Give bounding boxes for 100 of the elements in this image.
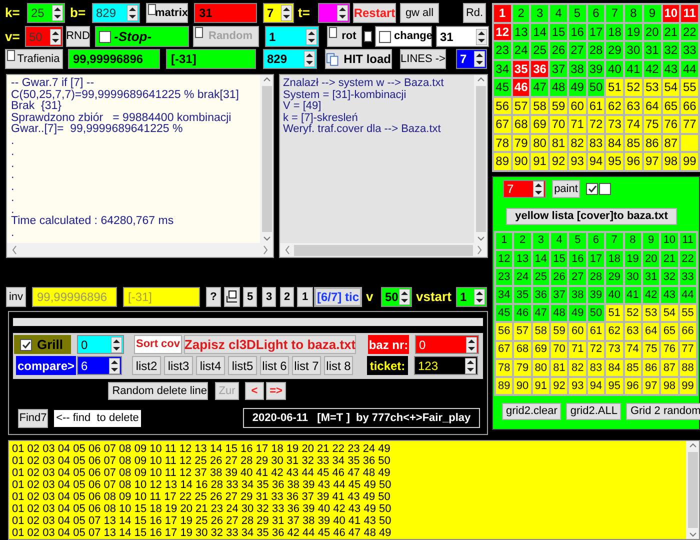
number-cell[interactable]: 79 — [514, 360, 531, 376]
number-cell[interactable]: 62 — [606, 323, 623, 340]
number-cell[interactable]: 93 — [569, 378, 586, 394]
checkbox[interactable] — [364, 31, 372, 42]
spin-box[interactable]: 7 — [503, 180, 546, 198]
number-cell[interactable]: 66 — [680, 323, 696, 340]
number-cell[interactable]: 29 — [606, 42, 624, 58]
checkbox[interactable] — [599, 183, 611, 195]
number-cell[interactable]: 24 — [512, 42, 530, 58]
number-cell[interactable]: 58 — [532, 323, 550, 340]
number-cell[interactable]: 61 — [588, 98, 604, 114]
number-cell[interactable]: 95 — [606, 378, 623, 394]
number-cell[interactable]: 73 — [606, 116, 624, 132]
number-cell[interactable]: 40 — [606, 60, 624, 77]
number-cell[interactable]: 3 — [532, 232, 550, 249]
number-cell[interactable]: 33 — [681, 42, 698, 58]
icon-button[interactable] — [224, 287, 240, 307]
spin-box[interactable] — [318, 3, 350, 23]
number-cell[interactable]: 10 — [662, 5, 680, 22]
number-cell[interactable]: 9 — [642, 232, 660, 249]
number-cell[interactable]: 80 — [532, 360, 550, 376]
push-button[interactable]: 3 — [262, 287, 276, 307]
number-cell[interactable]: 98 — [662, 153, 680, 170]
number-cell[interactable]: 12 — [494, 24, 511, 40]
number-cell[interactable]: 66 — [681, 98, 698, 114]
number-cell[interactable]: 31 — [644, 42, 661, 58]
number-cell[interactable]: 47 — [531, 79, 548, 96]
number-cell[interactable]: 84 — [606, 360, 623, 376]
number-cell[interactable]: 59 — [551, 323, 568, 340]
number-cell[interactable]: 42 — [642, 287, 660, 304]
number-cell[interactable]: 80 — [531, 134, 548, 151]
number-cell[interactable]: 71 — [568, 116, 586, 132]
number-cell[interactable]: 39 — [588, 60, 604, 77]
number-cell[interactable]: 55 — [681, 79, 698, 96]
push-button[interactable]: RND — [66, 26, 90, 47]
up-down-arrows-icon[interactable] — [109, 358, 120, 374]
number-cell[interactable]: 59 — [550, 98, 567, 114]
number-cell[interactable]: 52 — [624, 305, 641, 322]
number-cell[interactable]: 55 — [680, 305, 696, 322]
push-button[interactable]: 2 — [280, 287, 294, 307]
number-cell[interactable]: 43 — [661, 287, 678, 304]
number-cell[interactable]: 41 — [624, 287, 641, 304]
number-cell[interactable]: 53 — [642, 305, 660, 322]
number-cell[interactable]: 78 — [496, 360, 512, 376]
up-down-arrows-icon[interactable] — [466, 336, 477, 352]
number-cell[interactable]: 16 — [569, 250, 586, 267]
spin-box[interactable]: 50 — [381, 287, 412, 307]
number-cell[interactable]: 85 — [625, 134, 642, 151]
up-down-arrows-icon[interactable] — [474, 51, 485, 67]
number-cell[interactable]: 26 — [550, 42, 567, 58]
spin-box[interactable]: 7 — [456, 49, 487, 69]
number-cell[interactable]: 45 — [496, 305, 512, 322]
number-cell[interactable]: 53 — [644, 79, 661, 96]
number-cell[interactable]: 30 — [625, 42, 642, 58]
number-cell[interactable]: 94 — [588, 378, 604, 394]
number-cell[interactable]: 30 — [624, 268, 641, 286]
number-cell[interactable]: 34 — [496, 287, 512, 304]
number-cell[interactable]: 89 — [494, 153, 511, 170]
push-button[interactable]: list 8 — [324, 356, 353, 375]
number-cell[interactable]: 35 — [514, 287, 531, 304]
number-cell[interactable]: 76 — [662, 116, 680, 132]
number-cell[interactable]: 63 — [625, 98, 642, 114]
number-cell[interactable]: 26 — [551, 268, 568, 286]
number-cell[interactable]: 73 — [606, 342, 623, 358]
number-cell[interactable]: 43 — [662, 60, 680, 77]
number-cell[interactable]: 76 — [661, 342, 678, 358]
checkbox[interactable] — [329, 27, 337, 38]
number-cell[interactable]: 74 — [625, 116, 642, 132]
number-cell[interactable]: 2 — [512, 5, 530, 22]
number-cell[interactable]: 28 — [588, 42, 604, 58]
number-cell[interactable]: 9 — [644, 5, 661, 22]
number-cell[interactable]: 5 — [568, 5, 586, 22]
number-cell[interactable]: 34 — [494, 60, 511, 77]
number-cell[interactable]: 51 — [606, 79, 624, 96]
number-cell[interactable]: 27 — [569, 268, 586, 286]
up-down-arrows-icon[interactable] — [304, 51, 315, 67]
spin-box[interactable]: 1 — [456, 287, 487, 307]
number-cell[interactable]: 23 — [494, 42, 511, 58]
number-cell[interactable]: 54 — [661, 305, 678, 322]
number-cell[interactable]: 14 — [532, 250, 550, 267]
number-cell[interactable]: 13 — [514, 250, 531, 267]
number-cell[interactable]: 5 — [569, 232, 586, 249]
number-cell[interactable]: 46 — [514, 305, 531, 322]
number-cell[interactable]: 57 — [514, 323, 531, 340]
number-cell[interactable]: 2 — [514, 232, 531, 249]
value-field[interactable]: [-31] — [166, 49, 256, 69]
number-cell[interactable]: 82 — [568, 134, 586, 151]
push-button[interactable]: 1 — [297, 287, 313, 307]
number-cell[interactable]: 69 — [532, 342, 550, 358]
number-cell[interactable]: 81 — [551, 360, 568, 376]
number-cell[interactable]: 87 — [661, 360, 678, 376]
number-cell[interactable]: 87 — [662, 134, 680, 151]
push-button[interactable]: list2 — [132, 356, 161, 375]
push-button[interactable]: Zapisz cl3DLight to baza.txt — [184, 335, 356, 354]
number-cell[interactable]: 86 — [642, 360, 660, 376]
number-cell[interactable]: 68 — [514, 342, 531, 358]
number-cell[interactable]: 99 — [680, 378, 696, 394]
number-cell[interactable]: 92 — [550, 153, 567, 170]
push-button[interactable]: list 7 — [292, 356, 321, 375]
number-cell[interactable]: 95 — [606, 153, 624, 170]
